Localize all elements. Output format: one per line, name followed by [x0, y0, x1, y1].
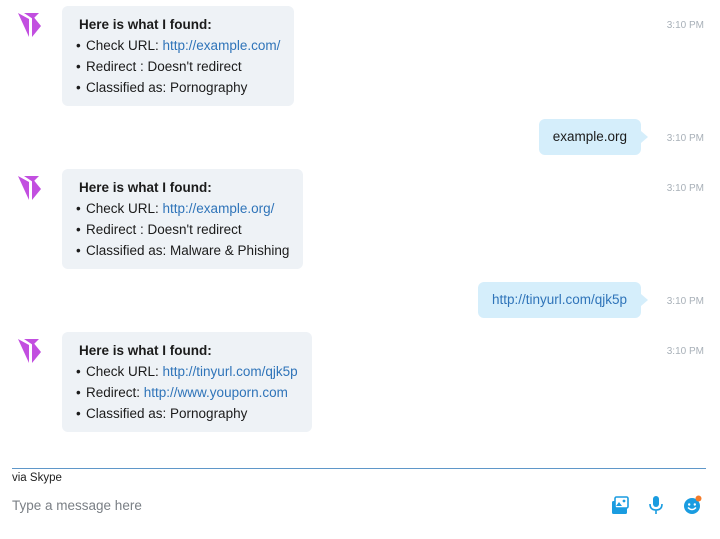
message-line: • Classified as: Malware & Phishing	[76, 243, 290, 258]
message-input[interactable]	[12, 495, 572, 515]
message-link[interactable]: http://example.com/	[163, 38, 281, 53]
message-line: • Check URL: http://example.org/	[76, 201, 275, 216]
message-bubble[interactable]: Here is what I found: • Check URL: http:/…	[62, 169, 304, 269]
chat-window: Here is what I found: • Check URL: http:/…	[0, 0, 720, 539]
message-link[interactable]: http://tinyurl.com/qjk5p	[163, 364, 298, 379]
media-gallery-icon[interactable]	[609, 494, 631, 516]
message-line: • Check URL: http://tinyurl.com/qjk5p	[76, 364, 298, 379]
message-text: example.org	[552, 129, 627, 144]
message-link[interactable]: http://www.youporn.com	[144, 385, 288, 400]
message-timestamp: 3:10 PM	[666, 20, 704, 31]
message-bubble-outgoing[interactable]: example.org	[538, 119, 649, 155]
message-line: • Redirect : Doesn't redirect	[76, 59, 242, 74]
emoji-icon[interactable]	[681, 494, 703, 516]
message-title: Here is what I found:	[79, 17, 212, 32]
message-bubble[interactable]: Here is what I found: • Check URL: http:/…	[62, 332, 312, 432]
message-line: • Classified as: Pornography	[76, 80, 248, 95]
message-timestamp: 3:10 PM	[666, 133, 704, 144]
bot-avatar-icon[interactable]	[14, 10, 44, 40]
message-timestamp: 3:10 PM	[666, 346, 704, 357]
message-bubble-outgoing[interactable]: http://tinyurl.com/qjk5p	[477, 282, 649, 318]
message-link[interactable]: http://example.org/	[163, 201, 275, 216]
message-link[interactable]: http://tinyurl.com/qjk5p	[492, 292, 627, 307]
message-line: • Classified as: Pornography	[76, 406, 248, 421]
bot-avatar-icon[interactable]	[14, 173, 44, 203]
microphone-icon[interactable]	[645, 494, 667, 516]
message-timestamp: 3:10 PM	[666, 183, 704, 194]
message-line: • Check URL: http://example.com/	[76, 38, 281, 53]
bot-avatar-icon[interactable]	[14, 336, 44, 366]
message-bubble[interactable]: Here is what I found: • Check URL: http:/…	[62, 6, 295, 106]
via-skype-label: via Skype	[12, 472, 62, 484]
message-timestamp: 3:10 PM	[666, 296, 704, 307]
message-title: Here is what I found:	[79, 343, 212, 358]
message-line: • Redirect : Doesn't redirect	[76, 222, 242, 237]
message-title: Here is what I found:	[79, 180, 212, 195]
message-line: • Redirect: http://www.youporn.com	[76, 385, 288, 400]
composer-divider	[12, 468, 706, 469]
